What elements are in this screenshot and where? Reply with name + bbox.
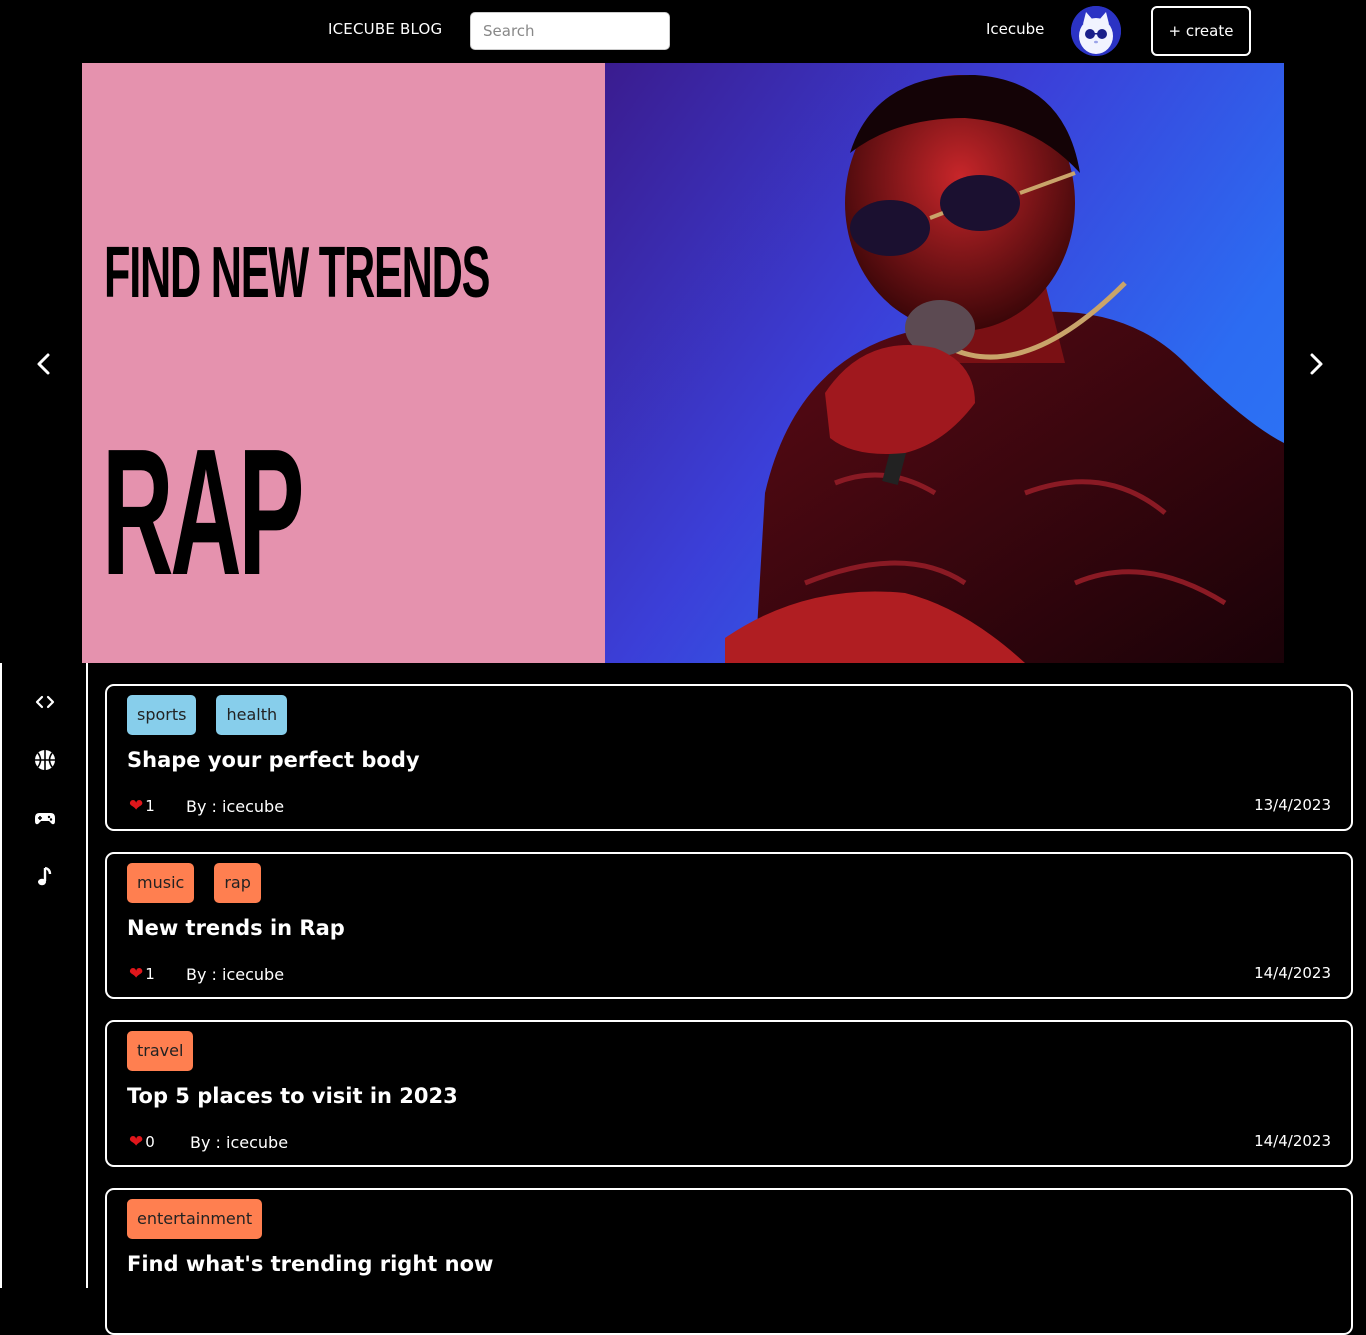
post-tags: music rap	[127, 863, 261, 903]
gamepad-icon[interactable]	[33, 806, 57, 830]
post-card[interactable]: music rap New trends in Rap ❤ 1 By : ice…	[105, 852, 1353, 999]
create-post-button[interactable]: + create	[1151, 6, 1251, 56]
post-tags: travel	[127, 1031, 194, 1071]
post-date: 14/4/2023	[1254, 964, 1331, 982]
post-card[interactable]: sports health Shape your perfect body ❤ …	[105, 684, 1353, 831]
tag-chip[interactable]: health	[216, 695, 288, 735]
post-title[interactable]: Top 5 places to visit in 2023	[127, 1084, 458, 1108]
search-input[interactable]	[470, 12, 670, 50]
heart-icon[interactable]: ❤	[129, 797, 143, 815]
top-navbar: ICECUBE BLOG Icecube + create	[0, 0, 1366, 62]
post-title[interactable]: Shape your perfect body	[127, 748, 420, 772]
post-tags: entertainment	[127, 1199, 263, 1239]
tag-chip[interactable]: rap	[214, 863, 261, 903]
chevron-left-icon	[37, 353, 50, 375]
cat-avatar-icon	[1071, 6, 1121, 56]
rapper-photo-illustration	[725, 74, 1284, 663]
tag-chip[interactable]: entertainment	[127, 1199, 263, 1239]
tag-chip[interactable]: travel	[127, 1031, 194, 1071]
hero-text-panel: FIND NEW TRENDS RAP	[82, 63, 605, 663]
heart-icon[interactable]: ❤	[129, 965, 143, 983]
chevron-right-icon	[1310, 353, 1323, 375]
hero-carousel: FIND NEW TRENDS RAP	[82, 63, 1284, 663]
basketball-icon[interactable]	[33, 748, 57, 772]
heart-icon[interactable]: ❤	[129, 1133, 143, 1151]
post-card[interactable]: travel Top 5 places to visit in 2023 ❤ 0…	[105, 1020, 1353, 1167]
code-icon[interactable]	[33, 690, 57, 714]
username-label[interactable]: Icecube	[986, 20, 1044, 38]
tag-chip[interactable]: sports	[127, 695, 197, 735]
post-date: 14/4/2023	[1254, 1132, 1331, 1150]
post-author: By : icecube	[190, 1133, 289, 1152]
post-title[interactable]: New trends in Rap	[127, 916, 345, 940]
hero-genre: RAP	[102, 412, 304, 613]
like-count: 1	[145, 965, 155, 983]
post-author: By : icecube	[186, 797, 285, 816]
carousel-next-button[interactable]	[1296, 344, 1336, 384]
like-counter: ❤ 1	[129, 797, 155, 815]
avatar[interactable]	[1071, 6, 1121, 56]
post-date: 13/4/2023	[1254, 796, 1331, 814]
like-counter: ❤ 0	[129, 1133, 155, 1151]
like-count: 1	[145, 797, 155, 815]
music-note-icon[interactable]	[33, 864, 57, 888]
post-tags: sports health	[127, 695, 288, 735]
post-card[interactable]: entertainment Find what's trending right…	[105, 1188, 1353, 1335]
like-counter: ❤ 1	[129, 965, 155, 983]
carousel-prev-button[interactable]	[24, 344, 64, 384]
hero-headline: FIND NEW TRENDS	[104, 233, 490, 313]
post-author: By : icecube	[186, 965, 285, 984]
like-count: 0	[145, 1133, 155, 1151]
blog-logo[interactable]: ICECUBE BLOG	[328, 20, 442, 38]
hero-photo	[605, 63, 1284, 663]
post-title[interactable]: Find what's trending right now	[127, 1252, 493, 1276]
tag-chip[interactable]: music	[127, 863, 195, 903]
category-sidebar	[0, 663, 88, 1288]
